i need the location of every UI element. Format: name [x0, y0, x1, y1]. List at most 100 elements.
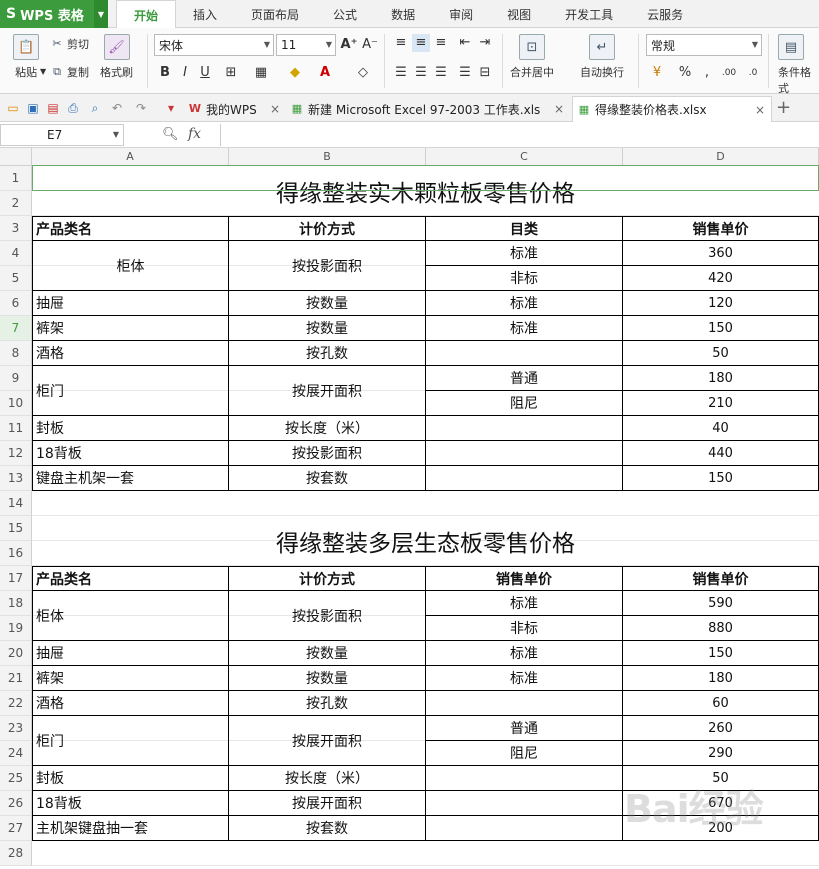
sub-category[interactable]	[426, 691, 623, 716]
column-header-a[interactable]: A	[32, 148, 229, 166]
unit-price[interactable]: 200	[623, 816, 819, 841]
tab-cloud-services[interactable]: 云服务	[630, 0, 700, 28]
sub-category[interactable]: 阻尼	[426, 391, 623, 416]
font-size-select[interactable]: 11 ▼	[276, 34, 336, 56]
row-header[interactable]: 21	[0, 666, 32, 691]
conditional-format-button[interactable]: ▤ 条件格式	[778, 34, 819, 96]
sub-category[interactable]: 普通	[426, 716, 623, 741]
sub-category[interactable]	[426, 766, 623, 791]
print-preview-icon[interactable]: ⌕	[88, 101, 102, 115]
row-header[interactable]: 27	[0, 816, 32, 841]
sub-category[interactable]: 非标	[426, 266, 623, 291]
italic-icon[interactable]: I	[176, 64, 194, 82]
sub-category[interactable]	[426, 466, 623, 491]
pricing-method[interactable]: 按展开面积	[229, 716, 426, 766]
pricing-method[interactable]: 按展开面积	[229, 366, 426, 416]
justify-icon[interactable]: ☰	[456, 64, 474, 82]
sub-category[interactable]	[426, 441, 623, 466]
unit-price[interactable]: 440	[623, 441, 819, 466]
doc-tab-price-list[interactable]: ▦ 得缘整装价格表.xlsx ×	[572, 96, 772, 122]
product-name[interactable]: 封板	[32, 766, 229, 791]
unit-price[interactable]: 40	[623, 416, 819, 441]
row-header[interactable]: 1	[0, 166, 32, 191]
unit-price[interactable]: 150	[623, 641, 819, 666]
customize-toolbar-icon[interactable]: ▾	[164, 101, 178, 115]
pricing-method[interactable]: 按投影面积	[229, 441, 426, 466]
row-header[interactable]: 15	[0, 516, 32, 541]
zoom-search-icon[interactable]: 🔍︎	[162, 127, 179, 142]
cut-button[interactable]: ✂ 剪切	[50, 36, 89, 52]
wps-app-menu-button[interactable]: S WPS 表格 ▼	[0, 0, 108, 28]
unit-price[interactable]: 420	[623, 266, 819, 291]
unit-price[interactable]: 150	[623, 316, 819, 341]
unit-price[interactable]: 670	[623, 791, 819, 816]
increase-indent-icon[interactable]: ⇥	[476, 34, 494, 52]
wrap-text-button[interactable]: ↵ 自动换行	[580, 34, 624, 80]
row-header[interactable]: 12	[0, 441, 32, 466]
sub-category[interactable]: 普通	[426, 366, 623, 391]
align-top-icon[interactable]: ≡	[392, 34, 410, 52]
percent-icon[interactable]: %	[676, 64, 694, 82]
column-title[interactable]: 销售单价	[623, 566, 819, 591]
redo-icon[interactable]: ↷	[134, 101, 148, 115]
pricing-method[interactable]: 按孔数	[229, 691, 426, 716]
tab-formulas[interactable]: 公式	[316, 0, 374, 28]
unit-price[interactable]: 210	[623, 391, 819, 416]
row-header[interactable]: 23	[0, 716, 32, 741]
column-title[interactable]: 计价方式	[229, 216, 426, 241]
undo-icon[interactable]: ↶	[110, 101, 124, 115]
pricing-method[interactable]: 按数量	[229, 641, 426, 666]
decrease-decimal-icon[interactable]: .0	[744, 64, 762, 82]
sub-category[interactable]: 标准	[426, 591, 623, 616]
sub-category[interactable]: 标准	[426, 666, 623, 691]
product-name[interactable]: 柜门	[32, 366, 229, 416]
align-bottom-icon[interactable]: ≡	[432, 34, 450, 52]
column-header-c[interactable]: C	[426, 148, 623, 166]
product-name[interactable]: 主机架键盘抽一套	[32, 816, 229, 841]
unit-price[interactable]: 360	[623, 241, 819, 266]
product-name[interactable]: 酒格	[32, 691, 229, 716]
unit-price[interactable]: 120	[623, 291, 819, 316]
row-header[interactable]: 4	[0, 241, 32, 266]
row-header[interactable]: 13	[0, 466, 32, 491]
row-header[interactable]: 6	[0, 291, 32, 316]
save-icon[interactable]: ▣	[26, 101, 40, 115]
tab-review[interactable]: 审阅	[432, 0, 490, 28]
comma-style-icon[interactable]: ,	[698, 64, 716, 82]
doc-tab-new-workbook[interactable]: ▦ 新建 Microsoft Excel 97-2003 工作表.xls ×	[286, 96, 570, 122]
font-color-icon[interactable]: A	[316, 64, 334, 82]
column-title[interactable]: 计价方式	[229, 566, 426, 591]
pricing-method[interactable]: 按长度（米）	[229, 416, 426, 441]
doc-tab-my-wps[interactable]: W 我的WPS ×	[184, 96, 286, 122]
row-header[interactable]: 8	[0, 341, 32, 366]
sub-category[interactable]	[426, 791, 623, 816]
product-name[interactable]: 裤架	[32, 666, 229, 691]
sub-category[interactable]: 标准	[426, 291, 623, 316]
row-header[interactable]: 7	[0, 316, 32, 341]
row-header[interactable]: 10	[0, 391, 32, 416]
product-name[interactable]: 18背板	[32, 791, 229, 816]
row-header[interactable]: 22	[0, 691, 32, 716]
font-name-select[interactable]: 宋体 ▼	[154, 34, 274, 56]
tab-insert[interactable]: 插入	[176, 0, 234, 28]
row-header[interactable]: 25	[0, 766, 32, 791]
pricing-method[interactable]: 按投影面积	[229, 241, 426, 291]
unit-price[interactable]: 50	[623, 766, 819, 791]
row-header[interactable]: 3	[0, 216, 32, 241]
tab-developer[interactable]: 开发工具	[548, 0, 630, 28]
unit-price[interactable]: 60	[623, 691, 819, 716]
row-header[interactable]: 20	[0, 641, 32, 666]
row-header[interactable]: 18	[0, 591, 32, 616]
pricing-method[interactable]: 按长度（米）	[229, 766, 426, 791]
align-middle-icon[interactable]: ≡	[412, 34, 430, 52]
align-center-icon[interactable]: ☰	[412, 64, 430, 82]
sub-category[interactable]: 非标	[426, 616, 623, 641]
unit-price[interactable]: 150	[623, 466, 819, 491]
merge-center-button[interactable]: ⊡ 合并居中	[510, 34, 554, 80]
unit-price[interactable]: 290	[623, 741, 819, 766]
unit-price[interactable]: 590	[623, 591, 819, 616]
row-header[interactable]: 19	[0, 616, 32, 641]
unit-price[interactable]: 180	[623, 366, 819, 391]
unit-price[interactable]: 180	[623, 666, 819, 691]
pricing-method[interactable]: 按套数	[229, 816, 426, 841]
